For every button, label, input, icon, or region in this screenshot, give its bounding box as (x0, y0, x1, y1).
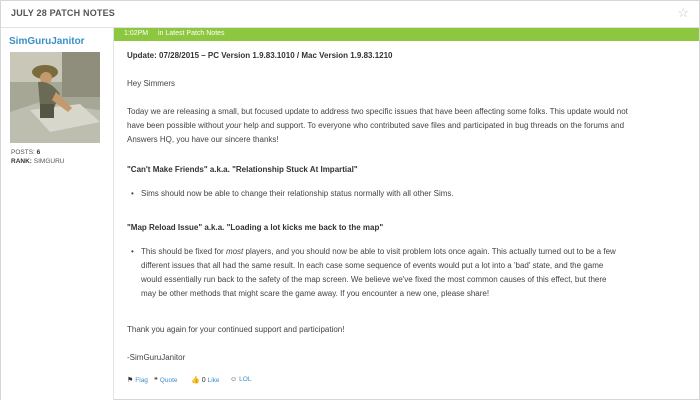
list-item-continued: would essentially run back to the safety… (141, 275, 607, 284)
greeting: Hey Simmers (127, 79, 176, 88)
flag-button[interactable]: ⚑ Flag (127, 376, 148, 384)
quote-button[interactable]: ❝ Quote (154, 376, 178, 384)
quote-icon: ❝ (154, 377, 158, 384)
author-panel: SimGuruJanitor POSTS: 6 RANK: SIMGURU (1, 28, 114, 400)
post-timestamp: 1:02PM (124, 30, 149, 37)
intro-line-3: Answers HQ, you have our sincere thanks! (127, 135, 279, 144)
author-username[interactable]: SimGuruJanitor (9, 36, 85, 47)
closing-text: Thank you again for your continued suppo… (127, 325, 345, 334)
star-icon[interactable]: ☆ (677, 5, 689, 21)
avatar[interactable] (10, 52, 100, 143)
signature: -SimGuruJanitor (127, 353, 186, 362)
intro-line-2: have been possible without your help and… (127, 121, 625, 130)
list-item-continued: different issues that all had the same r… (141, 261, 604, 270)
section-title-cant-make-friends: "Can't Make Friends" a.k.a. "Relationshi… (127, 165, 358, 174)
author-posts-value: 6 (36, 149, 41, 156)
update-heading: Update: 07/28/2015 – PC Version 1.9.83.1… (127, 51, 393, 60)
lol-button[interactable]: ☺ LOL (230, 376, 251, 383)
list-item: This should be fixed for most players, a… (131, 245, 681, 259)
forum-post-frame: JULY 28 PATCH NOTES ☆ SimGuruJanitor POS… (0, 0, 700, 400)
thread-title-bar: JULY 28 PATCH NOTES ☆ (1, 1, 699, 28)
post-header-bar: 1:02PM in Latest Patch Notes (114, 28, 699, 41)
avatar-image (10, 52, 100, 143)
section-title-map-reload: "Map Reload Issue" a.k.a. "Loading a lot… (127, 223, 384, 232)
list-item: Sims should now be able to change their … (131, 187, 681, 201)
like-count: 0 (201, 377, 206, 384)
list-item-continued: may be other methods that might scare th… (141, 289, 490, 298)
thumbs-up-icon: 👍 (191, 377, 200, 384)
smiley-icon: ☺ (230, 376, 238, 383)
post-category[interactable]: in Latest Patch Notes (158, 30, 225, 37)
author-rank-value: SIMGURU (33, 158, 65, 165)
author-posts: POSTS: 6 (11, 149, 41, 156)
intro-line-1: Today we are releasing a small, but focu… (127, 107, 628, 116)
author-rank: RANK: SIMGURU (11, 158, 65, 165)
flag-icon: ⚑ (127, 377, 134, 384)
like-button[interactable]: 👍 0 Like (191, 376, 220, 384)
thread-title: JULY 28 PATCH NOTES (11, 8, 115, 18)
